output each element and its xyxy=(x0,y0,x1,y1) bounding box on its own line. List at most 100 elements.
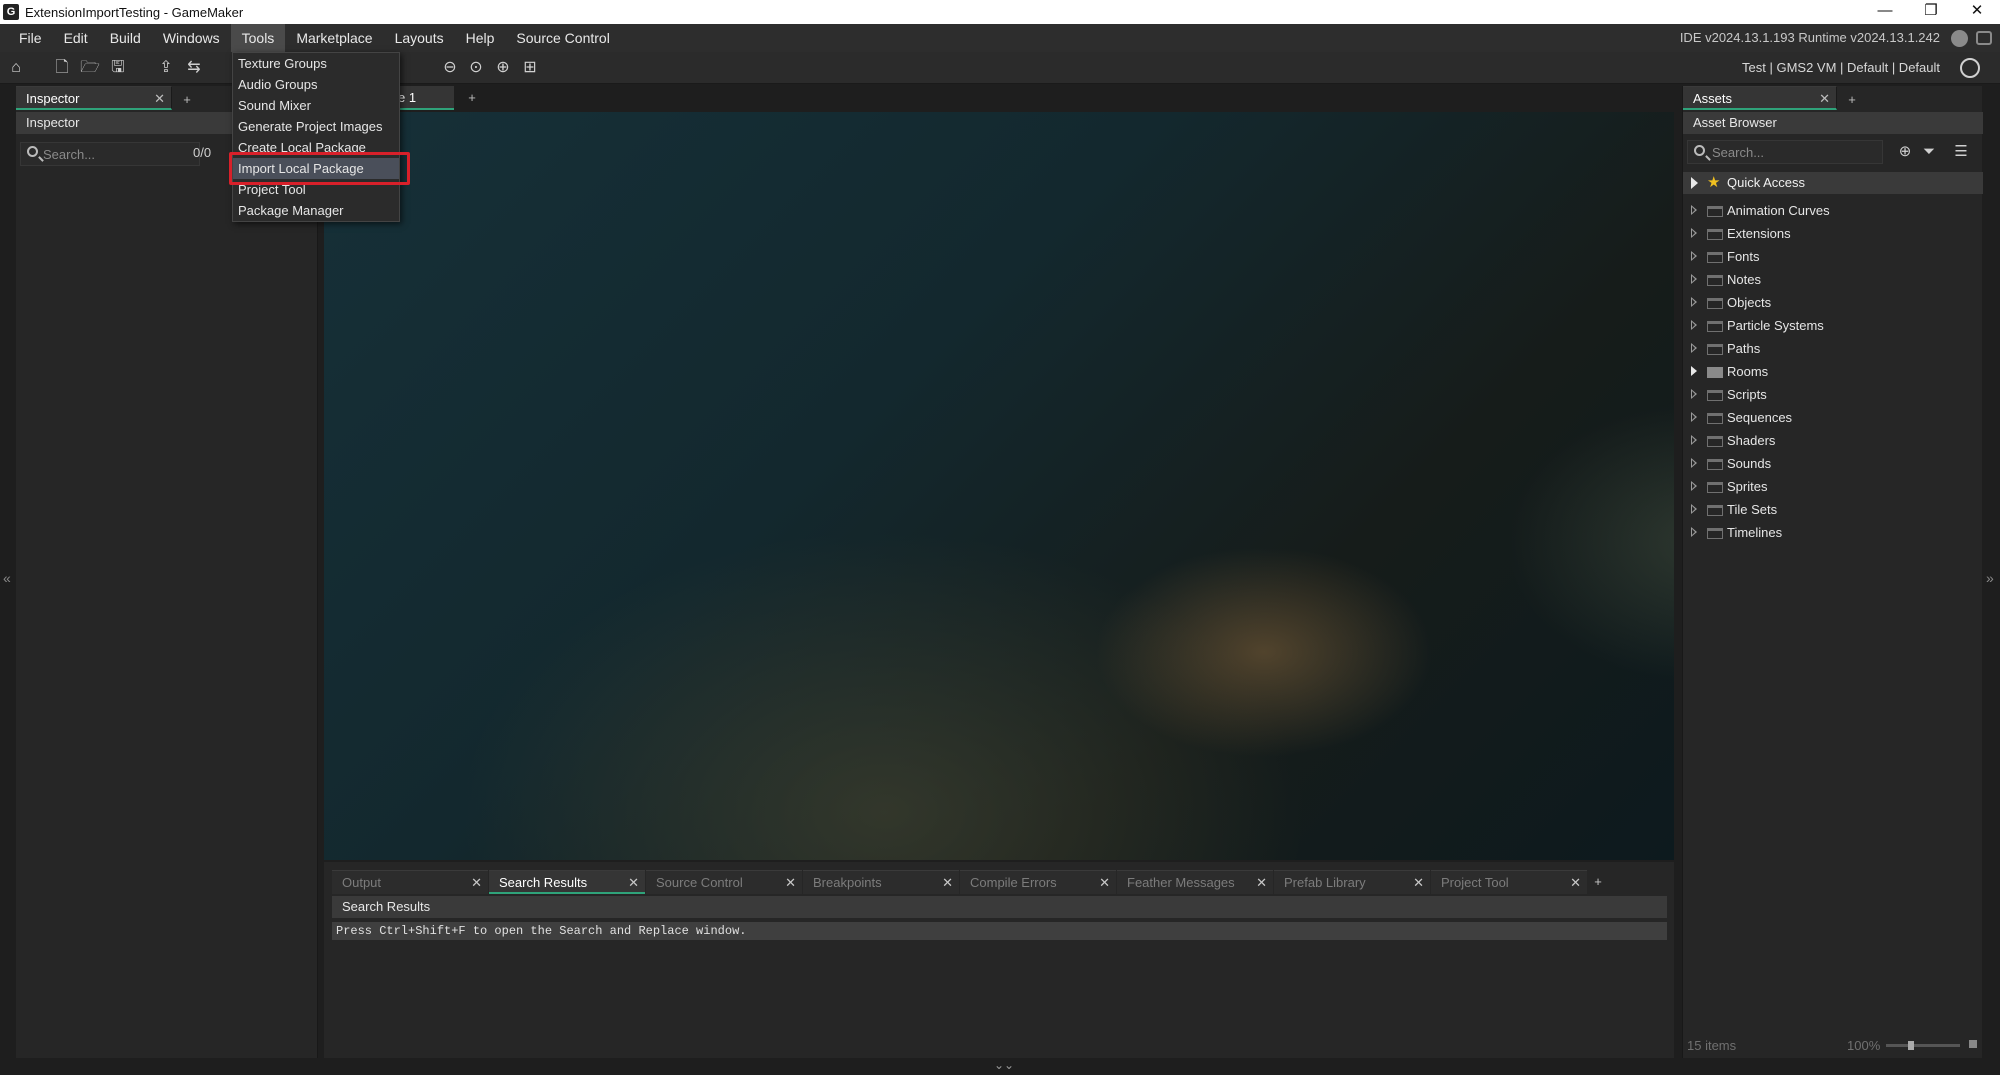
close-icon[interactable]: ✕ xyxy=(1819,87,1830,111)
menu-marketplace[interactable]: Marketplace xyxy=(285,24,383,52)
close-icon[interactable]: ✕ xyxy=(1256,871,1267,895)
menu-source-control[interactable]: Source Control xyxy=(505,24,620,52)
menu-item-generate-project-images[interactable]: Generate Project Images xyxy=(233,116,399,137)
expand-arrow-icon[interactable] xyxy=(1691,527,1697,537)
tree-folder-sequences[interactable]: Sequences xyxy=(1683,406,1983,429)
tree-folder-objects[interactable]: Objects xyxy=(1683,291,1983,314)
zoom-slider-thumb[interactable] xyxy=(1908,1041,1914,1050)
expand-arrow-icon[interactable] xyxy=(1691,389,1697,399)
zoom-reset-icon[interactable]: ⊙ xyxy=(464,56,488,80)
zoom-slider[interactable] xyxy=(1886,1041,1960,1050)
save-icon[interactable]: 🖫 xyxy=(106,56,130,80)
close-icon[interactable]: ✕ xyxy=(628,871,639,895)
account-icon[interactable] xyxy=(1951,30,1968,47)
tab-compile-errors[interactable]: Compile Errors ✕ xyxy=(960,870,1116,894)
inspector-search[interactable] xyxy=(20,142,200,166)
target-selector[interactable]: Test | GMS2 VM | Default | Default xyxy=(1742,52,1940,84)
menu-item-texture-groups[interactable]: Texture Groups xyxy=(233,53,399,74)
expand-arrow-icon[interactable] xyxy=(1691,297,1697,307)
expand-arrow-icon[interactable] xyxy=(1691,274,1697,284)
expand-arrow-icon[interactable] xyxy=(1691,177,1698,189)
menu-file[interactable]: File xyxy=(8,24,53,52)
grid-icon[interactable]: ⊞ xyxy=(518,56,542,80)
menu-item-audio-groups[interactable]: Audio Groups xyxy=(233,74,399,95)
tab-search-results[interactable]: Search Results ✕ xyxy=(489,870,645,894)
menu-item-sound-mixer[interactable]: Sound Mixer xyxy=(233,95,399,116)
expand-arrow-icon[interactable] xyxy=(1691,504,1697,514)
expand-arrow-icon[interactable] xyxy=(1691,320,1697,330)
tree-folder-particle-systems[interactable]: Particle Systems xyxy=(1683,314,1983,337)
tree-folder-scripts[interactable]: Scripts xyxy=(1683,383,1983,406)
close-icon[interactable]: ✕ xyxy=(1570,871,1581,895)
zoom-out-icon[interactable]: ⊖ xyxy=(438,56,462,80)
menu-windows[interactable]: Windows xyxy=(152,24,231,52)
target-settings-icon[interactable] xyxy=(1960,58,1980,78)
home-icon[interactable]: ⌂ xyxy=(4,56,28,80)
tab-output[interactable]: Output ✕ xyxy=(332,870,488,894)
expand-arrow-icon[interactable] xyxy=(1691,205,1697,215)
close-icon[interactable]: ✕ xyxy=(154,87,165,111)
tab-prefab-library[interactable]: Prefab Library ✕ xyxy=(1274,870,1430,894)
menu-layouts[interactable]: Layouts xyxy=(384,24,455,52)
tab-assets[interactable]: Assets ✕ xyxy=(1683,86,1837,110)
chat-icon[interactable] xyxy=(1976,31,1992,45)
tab-inspector[interactable]: Inspector ✕ xyxy=(16,86,172,110)
tab-feather-messages[interactable]: Feather Messages ✕ xyxy=(1117,870,1273,894)
tree-folder-animation-curves[interactable]: Animation Curves xyxy=(1683,199,1983,222)
expand-arrow-icon[interactable] xyxy=(1691,251,1697,261)
expand-arrow-icon[interactable] xyxy=(1691,412,1697,422)
tree-folder-shaders[interactable]: Shaders xyxy=(1683,429,1983,452)
close-icon[interactable]: ✕ xyxy=(785,871,796,895)
add-asset-icon[interactable]: ⊕ xyxy=(1895,142,1915,162)
add-tab-button[interactable]: + xyxy=(462,88,482,108)
close-icon[interactable]: ✕ xyxy=(471,871,482,895)
new-project-icon[interactable]: 🗋 xyxy=(50,56,74,80)
asset-search-input[interactable] xyxy=(1712,143,1872,161)
asset-search[interactable] xyxy=(1687,140,1883,164)
add-tab-button[interactable]: + xyxy=(1841,90,1863,110)
menu-item-package-manager[interactable]: Package Manager xyxy=(233,200,399,221)
tree-folder-extensions[interactable]: Extensions xyxy=(1683,222,1983,245)
add-tab-button[interactable]: + xyxy=(176,90,198,110)
tree-folder-timelines[interactable]: Timelines xyxy=(1683,521,1983,544)
import-icon[interactable]: ⇆ xyxy=(182,56,206,80)
filter-icon[interactable]: ⏷ xyxy=(1919,142,1939,162)
quick-access-row[interactable]: ★ Quick Access xyxy=(1683,172,1983,194)
menu-help[interactable]: Help xyxy=(455,24,506,52)
add-tab-button[interactable]: + xyxy=(1588,870,1608,894)
expand-arrow-icon[interactable] xyxy=(1691,481,1697,491)
tab-source-control[interactable]: Source Control ✕ xyxy=(646,870,802,894)
tree-folder-notes[interactable]: Notes xyxy=(1683,268,1983,291)
expand-arrow-icon[interactable] xyxy=(1691,343,1697,353)
expand-arrow-icon[interactable] xyxy=(1691,366,1697,376)
tree-folder-rooms[interactable]: Rooms xyxy=(1683,360,1983,383)
minimize-button[interactable]: — xyxy=(1862,0,1908,24)
close-icon[interactable]: ✕ xyxy=(1099,871,1110,895)
export-icon[interactable]: ⇪ xyxy=(154,56,178,80)
tree-folder-tile-sets[interactable]: Tile Sets xyxy=(1683,498,1983,521)
left-collapse-icon[interactable]: « xyxy=(3,570,11,586)
right-collapse-icon[interactable]: » xyxy=(1986,570,1994,586)
inspector-search-input[interactable] xyxy=(43,145,193,163)
tree-folder-sprites[interactable]: Sprites xyxy=(1683,475,1983,498)
room-canvas[interactable] xyxy=(324,112,1674,860)
close-window-button[interactable]: ✕ xyxy=(1954,0,2000,24)
close-icon[interactable]: ✕ xyxy=(1413,871,1424,895)
menu-edit[interactable]: Edit xyxy=(53,24,99,52)
tree-folder-fonts[interactable]: Fonts xyxy=(1683,245,1983,268)
menu-tools[interactable]: Tools xyxy=(230,24,286,52)
zoom-in-icon[interactable]: ⊕ xyxy=(491,56,515,80)
expand-arrow-icon[interactable] xyxy=(1691,435,1697,445)
open-project-icon[interactable]: 🗁 xyxy=(78,56,102,80)
menu-icon[interactable]: ☰ xyxy=(1951,142,1971,162)
tree-folder-paths[interactable]: Paths xyxy=(1683,337,1983,360)
tab-project-tool[interactable]: Project Tool ✕ xyxy=(1431,870,1587,894)
expand-arrow-icon[interactable] xyxy=(1691,228,1697,238)
chevron-down-icon[interactable]: ⌄⌄ xyxy=(994,1058,1014,1072)
expand-arrow-icon[interactable] xyxy=(1691,458,1697,468)
tab-breakpoints[interactable]: Breakpoints ✕ xyxy=(803,870,959,894)
menu-build[interactable]: Build xyxy=(99,24,152,52)
resize-grip-icon[interactable] xyxy=(1969,1040,1977,1048)
tree-folder-sounds[interactable]: Sounds xyxy=(1683,452,1983,475)
restore-button[interactable]: ❐ xyxy=(1908,0,1954,24)
